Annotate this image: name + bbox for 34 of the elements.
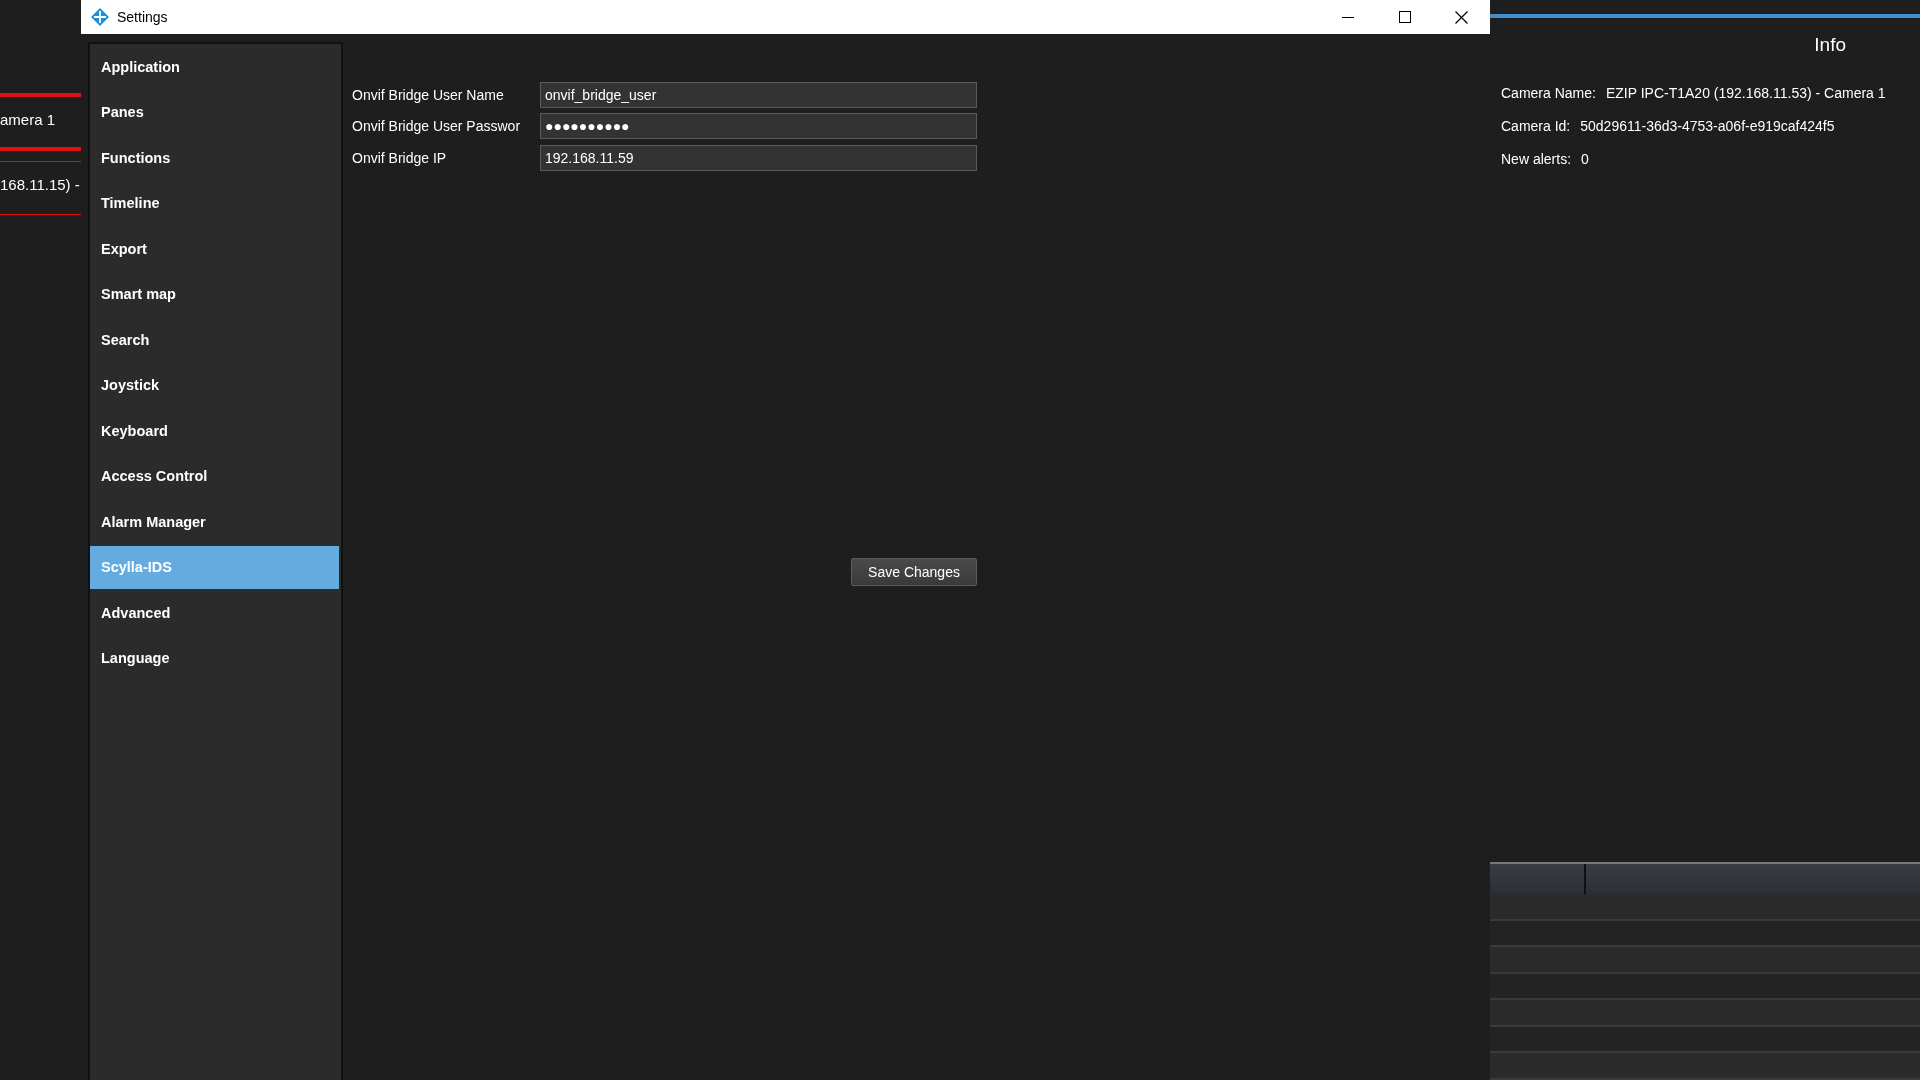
sidebar-item[interactable]: Timeline xyxy=(90,181,339,225)
minimize-icon xyxy=(1341,16,1354,18)
info-value: EZIP IPC-T1A20 (192.168.11.53) - Camera 1 xyxy=(1605,84,1886,101)
app-logo-icon xyxy=(91,8,109,26)
window-title: Settings xyxy=(117,9,169,25)
sidebar-item[interactable]: Alarm Manager xyxy=(90,500,339,544)
info-value: 0 xyxy=(1581,150,1589,167)
sidebar-item[interactable]: Application xyxy=(90,45,339,89)
field-label: Onvif Bridge User Name xyxy=(352,86,505,103)
close-icon xyxy=(1455,10,1468,24)
sidebar-item[interactable]: Export xyxy=(90,227,339,271)
sidebar-item[interactable]: Search xyxy=(90,318,339,362)
panel-title: Info xyxy=(1814,34,1846,56)
sidebar-item[interactable]: Keyboard xyxy=(90,409,339,453)
camera-name: amera 1 xyxy=(0,110,57,130)
input-field[interactable]: 192.168.11.59 xyxy=(540,144,977,171)
info-label: Camera Name: xyxy=(1501,84,1596,101)
field-label: Onvif Bridge IP xyxy=(352,149,448,166)
input-field[interactable]: onvif_bridge_user xyxy=(540,81,977,108)
sidebar-item[interactable]: Language xyxy=(90,636,339,680)
sidebar-item[interactable]: Panes xyxy=(90,90,339,134)
info-label: New alerts: xyxy=(1501,150,1572,167)
sidebar-item[interactable]: Access Control xyxy=(90,454,339,498)
info-value: 50d29611-36d3-4753-a06f-e919caf424f5 xyxy=(1580,117,1835,134)
sidebar-item[interactable]: Smart map xyxy=(90,272,339,316)
save-button[interactable]: Save Changes xyxy=(851,557,977,586)
field-label: Onvif Bridge User Passwor xyxy=(352,118,522,135)
input-field[interactable]: ●●●●●●●●●● xyxy=(540,113,977,140)
sidebar-item[interactable]: Joystick xyxy=(90,363,339,407)
maximize-icon xyxy=(1398,11,1411,23)
camera-name: 168.11.15) - xyxy=(0,175,81,195)
sidebar-item[interactable]: Functions xyxy=(90,136,339,180)
sidebar-item[interactable]: Advanced xyxy=(90,591,339,635)
info-label: Camera Id: xyxy=(1501,117,1571,134)
